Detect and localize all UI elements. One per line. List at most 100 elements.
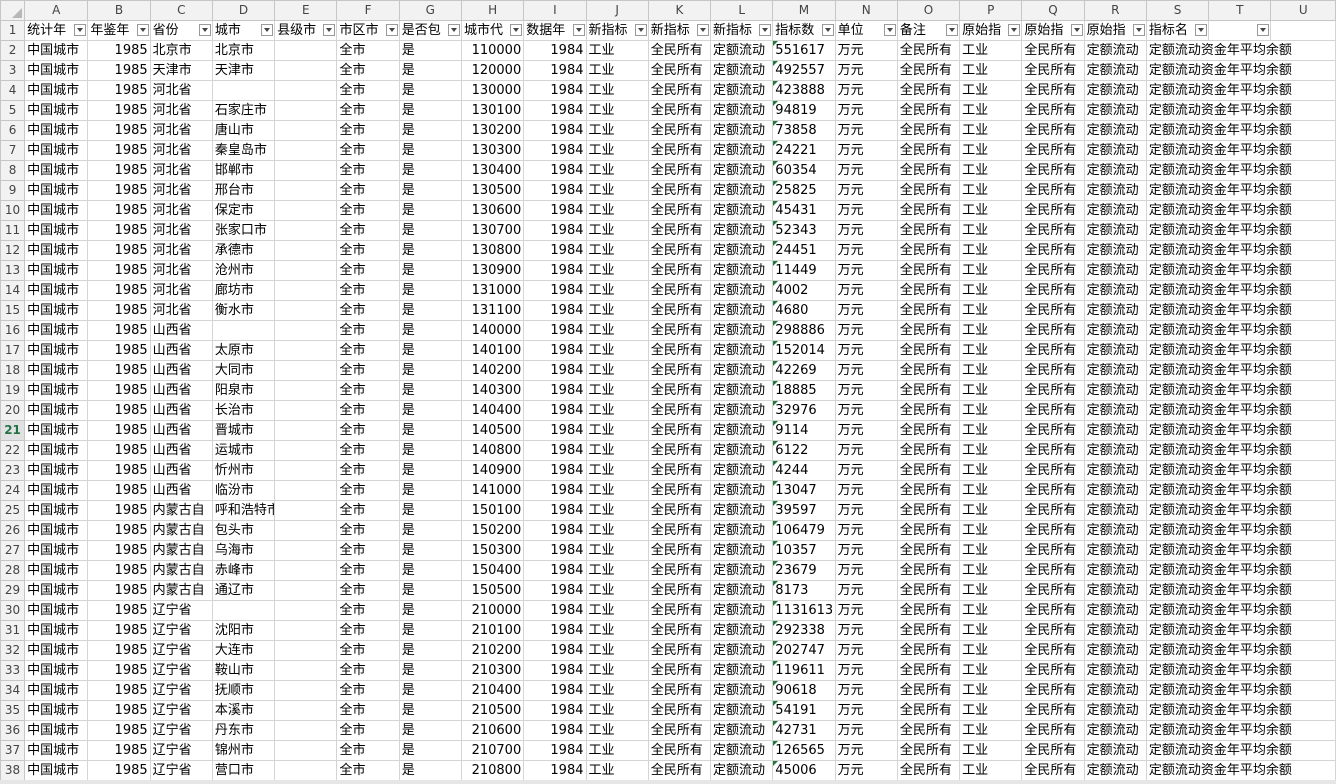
city-code-cell[interactable]: 130100	[460, 100, 525, 121]
new-indicator-1-cell[interactable]: 工业	[585, 620, 649, 641]
county-city-cell[interactable]	[274, 280, 338, 301]
horizontal-scrollbar[interactable]	[0, 780, 1336, 784]
new-indicator-3-cell[interactable]: 定额流动	[710, 320, 774, 341]
district-cell[interactable]: 全市	[336, 500, 400, 521]
city-code-cell[interactable]: 210000	[460, 600, 525, 621]
orig-indicator-3-cell[interactable]: 定额流动	[1083, 700, 1147, 721]
indicator-value-cell[interactable]: 54191	[772, 700, 836, 721]
new-indicator-3-cell[interactable]: 定额流动	[710, 80, 774, 101]
city-cell[interactable]: 邯郸市	[211, 160, 276, 181]
yearbook-year-cell[interactable]: 1985	[87, 500, 151, 521]
indicator-value-cell[interactable]: 24451	[772, 240, 836, 261]
new-indicator-1-cell[interactable]: 工业	[585, 480, 649, 501]
indicator-name-cell[interactable]: 定额流动资金年平均余额	[1145, 620, 1336, 641]
district-cell[interactable]: 全市	[336, 320, 400, 341]
filter-dropdown-icon[interactable]	[198, 24, 211, 36]
indicator-name-cell[interactable]: 定额流动资金年平均余额	[1145, 340, 1336, 361]
orig-indicator-2-cell[interactable]: 全民所有	[1021, 500, 1085, 521]
orig-indicator-1-cell[interactable]: 工业	[959, 720, 1023, 741]
included-cell[interactable]: 是	[398, 680, 462, 701]
included-cell[interactable]: 是	[398, 100, 462, 121]
orig-indicator-2-cell[interactable]: 全民所有	[1021, 320, 1085, 341]
row-header-17[interactable]: 17	[0, 340, 26, 361]
county-city-cell[interactable]	[274, 620, 338, 641]
unit-cell[interactable]: 万元	[834, 340, 898, 361]
district-cell[interactable]: 全市	[336, 440, 400, 461]
remark-cell[interactable]: 全民所有	[896, 680, 961, 701]
stat-year-cell[interactable]: 中国城市	[24, 560, 89, 581]
header-cell-d[interactable]: 城市	[211, 20, 276, 41]
orig-indicator-1-cell[interactable]: 工业	[959, 500, 1023, 521]
stat-year-cell[interactable]: 中国城市	[24, 420, 89, 441]
included-cell[interactable]: 是	[398, 420, 462, 441]
unit-cell[interactable]: 万元	[834, 380, 898, 401]
included-cell[interactable]: 是	[398, 240, 462, 261]
stat-year-cell[interactable]: 中国城市	[24, 440, 89, 461]
orig-indicator-1-cell[interactable]: 工业	[959, 600, 1023, 621]
orig-indicator-3-cell[interactable]: 定额流动	[1083, 120, 1147, 141]
orig-indicator-2-cell[interactable]: 全民所有	[1021, 520, 1085, 541]
province-cell[interactable]: 山西省	[149, 380, 213, 401]
province-cell[interactable]: 内蒙古自	[149, 560, 213, 581]
column-header-s[interactable]: S	[1145, 0, 1210, 21]
indicator-value-cell[interactable]: 45431	[772, 200, 836, 221]
included-cell[interactable]: 是	[398, 520, 462, 541]
yearbook-year-cell[interactable]: 1985	[87, 40, 151, 61]
data-year-cell[interactable]: 1984	[523, 680, 587, 701]
remark-cell[interactable]: 全民所有	[896, 760, 961, 781]
remark-cell[interactable]: 全民所有	[896, 240, 961, 261]
new-indicator-1-cell[interactable]: 工业	[585, 80, 649, 101]
orig-indicator-3-cell[interactable]: 定额流动	[1083, 80, 1147, 101]
city-cell[interactable]: 衡水市	[211, 300, 276, 321]
city-code-cell[interactable]: 210600	[460, 720, 525, 741]
header-cell-e[interactable]: 县级市	[274, 20, 338, 41]
new-indicator-2-cell[interactable]: 全民所有	[647, 420, 712, 441]
yearbook-year-cell[interactable]: 1985	[87, 300, 151, 321]
row-header-12[interactable]: 12	[0, 240, 26, 261]
select-all-corner[interactable]	[0, 0, 26, 21]
new-indicator-2-cell[interactable]: 全民所有	[647, 160, 712, 181]
city-cell[interactable]: 本溪市	[211, 700, 276, 721]
county-city-cell[interactable]	[274, 500, 338, 521]
column-header-m[interactable]: M	[772, 0, 836, 21]
indicator-name-cell[interactable]: 定额流动资金年平均余额	[1145, 680, 1336, 701]
included-cell[interactable]: 是	[398, 760, 462, 781]
header-cell-f[interactable]: 市区市	[336, 20, 400, 41]
city-cell[interactable]: 唐山市	[211, 120, 276, 141]
orig-indicator-2-cell[interactable]: 全民所有	[1021, 120, 1085, 141]
remark-cell[interactable]: 全民所有	[896, 640, 961, 661]
orig-indicator-3-cell[interactable]: 定额流动	[1083, 200, 1147, 221]
province-cell[interactable]: 辽宁省	[149, 660, 213, 681]
city-cell[interactable]: 廊坊市	[211, 280, 276, 301]
filter-dropdown-icon[interactable]	[759, 24, 772, 36]
indicator-value-cell[interactable]: 292338	[772, 620, 836, 641]
remark-cell[interactable]: 全民所有	[896, 40, 961, 61]
row-header-18[interactable]: 18	[0, 360, 26, 381]
filter-dropdown-icon[interactable]	[447, 24, 460, 36]
yearbook-year-cell[interactable]: 1985	[87, 140, 151, 161]
county-city-cell[interactable]	[274, 400, 338, 421]
new-indicator-1-cell[interactable]: 工业	[585, 260, 649, 281]
stat-year-cell[interactable]: 中国城市	[24, 140, 89, 161]
new-indicator-1-cell[interactable]: 工业	[585, 140, 649, 161]
city-code-cell[interactable]: 140100	[460, 340, 525, 361]
data-year-cell[interactable]: 1984	[523, 440, 587, 461]
stat-year-cell[interactable]: 中国城市	[24, 360, 89, 381]
unit-cell[interactable]: 万元	[834, 460, 898, 481]
orig-indicator-1-cell[interactable]: 工业	[959, 100, 1023, 121]
county-city-cell[interactable]	[274, 440, 338, 461]
row-header-34[interactable]: 34	[0, 680, 26, 701]
city-code-cell[interactable]: 141000	[460, 480, 525, 501]
new-indicator-3-cell[interactable]: 定额流动	[710, 140, 774, 161]
remark-cell[interactable]: 全民所有	[896, 560, 961, 581]
indicator-value-cell[interactable]: 492557	[772, 60, 836, 81]
included-cell[interactable]: 是	[398, 80, 462, 101]
column-header-h[interactable]: H	[460, 0, 525, 21]
filter-dropdown-icon[interactable]	[946, 24, 959, 36]
new-indicator-3-cell[interactable]: 定额流动	[710, 220, 774, 241]
row-header-15[interactable]: 15	[0, 300, 26, 321]
orig-indicator-1-cell[interactable]: 工业	[959, 620, 1023, 641]
new-indicator-3-cell[interactable]: 定额流动	[710, 740, 774, 761]
county-city-cell[interactable]	[274, 660, 338, 681]
orig-indicator-3-cell[interactable]: 定额流动	[1083, 340, 1147, 361]
